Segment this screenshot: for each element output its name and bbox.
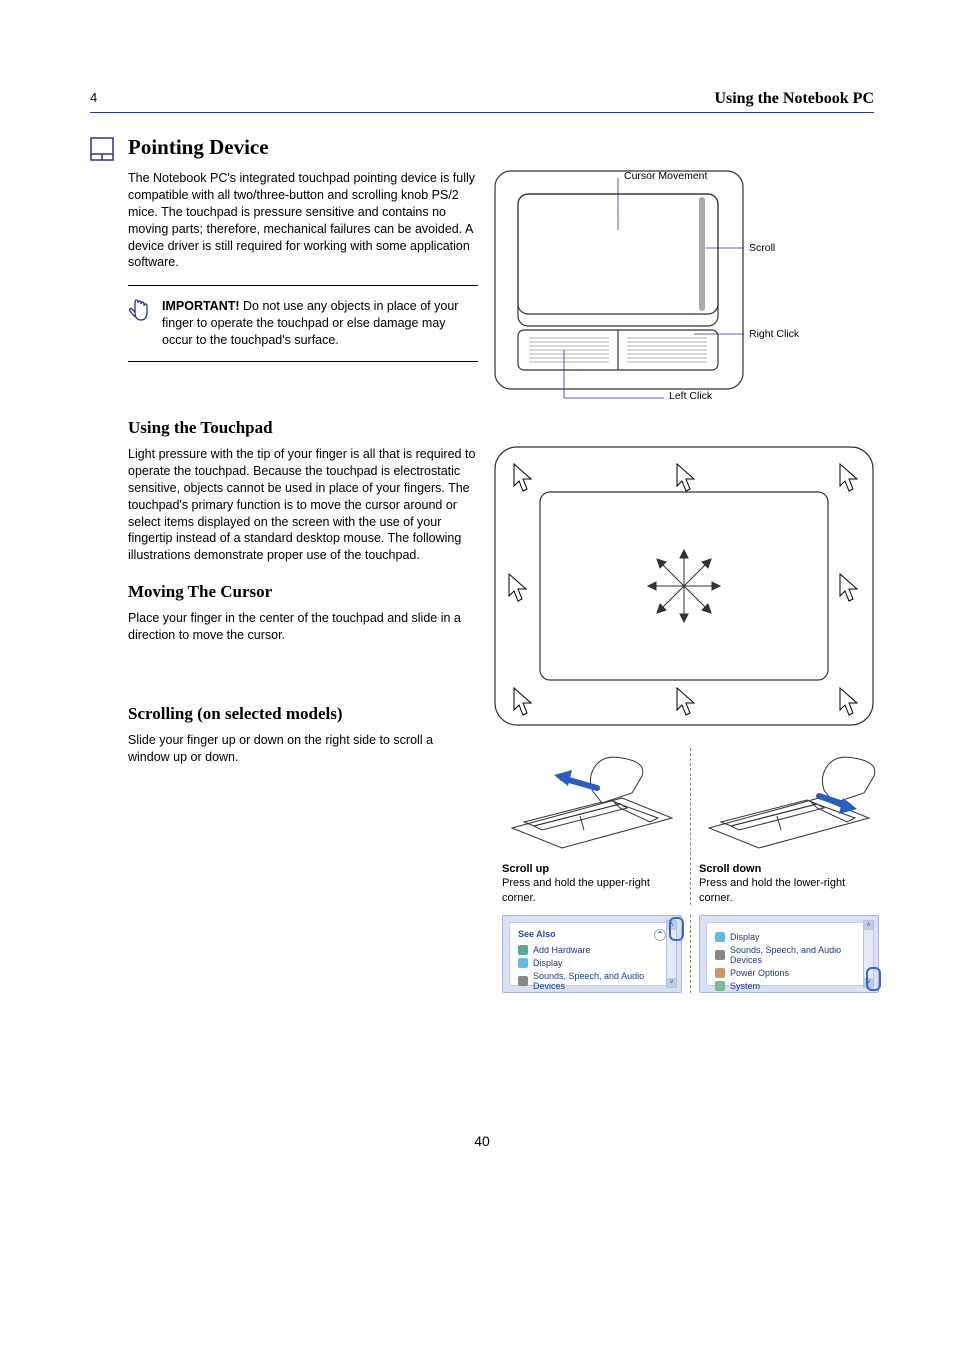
- section-number: 4: [90, 90, 97, 108]
- pointing-intro: The Notebook PC's integrated touchpad po…: [128, 170, 478, 271]
- scroll-down-caption: Press and hold the lower-right corner.: [699, 877, 845, 903]
- scroll-down-bold: Scroll down: [699, 863, 761, 875]
- scroll-down-button: ˅: [667, 978, 676, 987]
- scroll-up-button-r: ˄: [864, 921, 873, 930]
- touchpad-icon: [90, 137, 128, 161]
- moving-cursor-title: Moving The Cursor: [128, 582, 478, 602]
- scroll-down-illustration: [699, 748, 879, 858]
- scroll-up-bold: Scroll up: [502, 863, 549, 875]
- diagram-label-scroll: Scroll: [749, 242, 775, 254]
- power-options-item: Power Options: [730, 968, 789, 978]
- diagram-label-right: Right Click: [749, 328, 799, 340]
- scroll-up-illustration: [502, 748, 682, 858]
- cursor-eight-directions: [494, 446, 887, 736]
- scroll-thumb-bottom: [866, 967, 881, 991]
- add-hardware-item: Add Hardware: [533, 945, 591, 955]
- page-header: 4 Using the Notebook PC: [90, 90, 874, 110]
- important-note: IMPORTANT! Do not use any objects in pla…: [128, 285, 478, 362]
- control-panel-right: Display Sounds, Speech, and Audio Device…: [699, 915, 879, 993]
- using-touchpad-title: Using the Touchpad: [128, 418, 874, 438]
- touchpad-diagram: Cursor Movement Scroll Right Click Left …: [494, 170, 874, 400]
- using-touchpad-body: Light pressure with the tip of your fing…: [128, 446, 478, 564]
- hand-icon: [128, 298, 152, 349]
- section-title: Using the Notebook PC: [714, 90, 874, 108]
- moving-cursor-body: Place your finger in the center of the t…: [128, 610, 478, 644]
- collapse-icon: ⌃: [654, 929, 666, 941]
- system-item: System: [730, 981, 760, 991]
- control-panel-left: See Also ⌃ Add Hardware Display Sounds, …: [502, 915, 682, 993]
- note-title: IMPORTANT!: [162, 299, 240, 313]
- scrolling-title: Scrolling (on selected models): [128, 704, 478, 724]
- scroll-up-caption: Press and hold the upper-right corner.: [502, 877, 650, 903]
- page-number: 40: [90, 1133, 874, 1149]
- pointing-device-title: Pointing Device: [128, 135, 874, 160]
- header-rule: [90, 112, 874, 113]
- diagram-label-left: Left Click: [669, 390, 712, 402]
- display-item-left: Display: [533, 958, 563, 968]
- see-also-label: See Also: [518, 929, 556, 941]
- scrolling-body: Slide your finger up or down on the righ…: [128, 732, 478, 766]
- diagram-label-cursor: Cursor Movement: [624, 170, 707, 182]
- sounds-item-right: Sounds, Speech, and Audio Devices: [730, 945, 863, 965]
- sounds-item-left: Sounds, Speech, and Audio Devices: [533, 971, 666, 991]
- display-item-right: Display: [730, 932, 760, 942]
- scroll-thumb-top: [669, 917, 684, 941]
